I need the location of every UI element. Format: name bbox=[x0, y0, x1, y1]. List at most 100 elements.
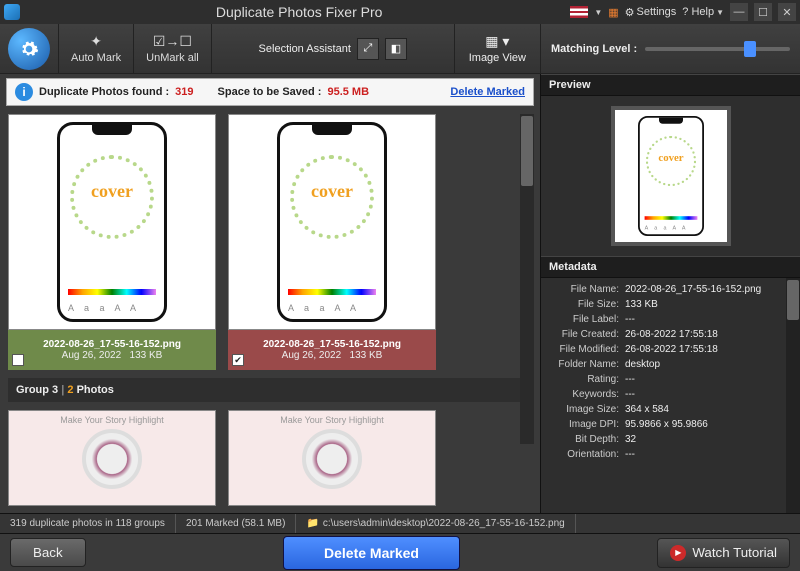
unmark-all-button[interactable]: ☑→☐ UnMark all bbox=[133, 24, 211, 73]
metadata-key: File Created: bbox=[547, 329, 625, 340]
story-label: Make Your Story Highlight bbox=[280, 415, 384, 425]
mark-checkbox[interactable] bbox=[12, 354, 24, 366]
chevron-down-icon: ▼ bbox=[594, 8, 602, 17]
photo-filename: 2022-08-26_17-55-16-152.png bbox=[43, 339, 181, 350]
minimize-button[interactable]: — bbox=[730, 3, 748, 21]
toolbar: ✦ Auto Mark ☑→☐ UnMark all Selection Ass… bbox=[0, 24, 800, 74]
play-icon: ▶ bbox=[670, 545, 686, 561]
metadata-row: Image DPI:95.9866 x 95.9866 bbox=[547, 417, 794, 432]
delete-marked-link[interactable]: Delete Marked bbox=[450, 86, 525, 98]
footer: Back Delete Marked ▶ Watch Tutorial bbox=[0, 533, 800, 571]
metadata-key: File Size: bbox=[547, 299, 625, 310]
eraser-icon: ◧ bbox=[391, 42, 401, 55]
gear-icon bbox=[19, 39, 39, 59]
matching-level-slider[interactable] bbox=[645, 47, 790, 51]
language-flag[interactable] bbox=[570, 6, 588, 18]
title-bar: Duplicate Photos Fixer Pro ▼ ▦ ⚙ Setting… bbox=[0, 0, 800, 24]
metadata-panel: File Name:2022-08-26_17-55-16-152.pngFil… bbox=[541, 278, 800, 513]
status-groups: 319 duplicate photos in 118 groups bbox=[0, 514, 176, 533]
found-count: 319 bbox=[175, 86, 193, 98]
metadata-value: --- bbox=[625, 449, 794, 460]
metadata-key: File Name: bbox=[547, 284, 625, 295]
metadata-key: Orientation: bbox=[547, 449, 625, 460]
metadata-value: --- bbox=[625, 389, 794, 400]
metadata-value: 95.9866 x 95.9866 bbox=[625, 419, 794, 430]
selection-tool-2[interactable]: ◧ bbox=[385, 38, 407, 60]
status-path: 📁c:\users\admin\desktop\2022-08-26_17-55… bbox=[296, 514, 575, 533]
metadata-row: File Modified:26-08-2022 17:55:18 bbox=[547, 342, 794, 357]
photo-grid: coverA a a A A 2022-08-26_17-55-16-152.p… bbox=[0, 106, 540, 513]
metadata-row: Keywords:--- bbox=[547, 387, 794, 402]
wand-icon: ✦ bbox=[90, 33, 102, 50]
metadata-row: Image Size:364 x 584 bbox=[547, 402, 794, 417]
maximize-button[interactable]: ☐ bbox=[754, 3, 772, 21]
matching-level-control: Matching Level : bbox=[540, 24, 800, 73]
help-menu[interactable]: ? Help ▼ bbox=[682, 6, 724, 18]
auto-mark-button[interactable]: ✦ Auto Mark bbox=[58, 24, 133, 73]
status-bar: 319 duplicate photos in 118 groups 201 M… bbox=[0, 513, 800, 533]
back-button[interactable]: Back bbox=[10, 538, 86, 567]
metadata-row: File Name:2022-08-26_17-55-16-152.png bbox=[547, 282, 794, 297]
grid-icon: ▦ ▾ bbox=[485, 33, 509, 50]
photo-card[interactable]: Make Your Story Highlight bbox=[228, 410, 436, 506]
photo-card[interactable]: Make Your Story Highlight bbox=[8, 410, 216, 506]
settings-menu[interactable]: ⚙ Settings bbox=[625, 6, 677, 19]
photo-meta: Aug 26, 2022 133 KB bbox=[282, 350, 383, 361]
slider-thumb[interactable] bbox=[744, 41, 756, 57]
selection-assistant-label: Selection Assistant bbox=[259, 43, 351, 55]
mark-checkbox[interactable]: ✔ bbox=[232, 354, 244, 366]
watch-tutorial-button[interactable]: ▶ Watch Tutorial bbox=[657, 538, 790, 568]
metadata-row: Orientation:--- bbox=[547, 447, 794, 462]
photo-thumbnail[interactable]: Make Your Story Highlight bbox=[228, 410, 436, 506]
metadata-row: File Created:26-08-2022 17:55:18 bbox=[547, 327, 794, 342]
info-bar: i Duplicate Photos found : 319 Space to … bbox=[6, 78, 534, 106]
metadata-key: Rating: bbox=[547, 374, 625, 385]
photo-thumbnail[interactable]: Make Your Story Highlight bbox=[8, 410, 216, 506]
metadata-row: Rating:--- bbox=[547, 372, 794, 387]
promo-icon[interactable]: ▦ bbox=[608, 6, 618, 19]
metadata-value: 32 bbox=[625, 434, 794, 445]
metadata-key: Bit Depth: bbox=[547, 434, 625, 445]
grid-scrollbar[interactable] bbox=[520, 114, 534, 444]
info-icon: i bbox=[15, 83, 33, 101]
unmark-icon: ☑→☐ bbox=[153, 33, 192, 50]
metadata-key: Folder Name: bbox=[547, 359, 625, 370]
photo-thumbnail[interactable]: coverA a a A A bbox=[228, 114, 436, 330]
close-button[interactable]: ✕ bbox=[778, 3, 796, 21]
plate-graphic bbox=[302, 429, 362, 489]
delete-marked-button[interactable]: Delete Marked bbox=[283, 536, 460, 570]
story-label: Make Your Story Highlight bbox=[60, 415, 164, 425]
photo-meta: Aug 26, 2022 133 KB bbox=[62, 350, 163, 361]
metadata-row: Bit Depth:32 bbox=[547, 432, 794, 447]
metadata-value: 26-08-2022 17:55:18 bbox=[625, 344, 794, 355]
space-label: Space to be Saved : bbox=[218, 86, 322, 98]
app-logo bbox=[0, 24, 58, 73]
maximize-icon: ⤢ bbox=[363, 42, 372, 55]
metadata-value: desktop bbox=[625, 359, 794, 370]
preview-header: Preview bbox=[541, 74, 800, 96]
status-marked: 201 Marked (58.1 MB) bbox=[176, 514, 297, 533]
photo-caption: 2022-08-26_17-55-16-152.png Aug 26, 2022… bbox=[8, 330, 216, 370]
metadata-value: --- bbox=[625, 314, 794, 325]
photo-card[interactable]: coverA a a A A 2022-08-26_17-55-16-152.p… bbox=[228, 114, 436, 370]
metadata-key: Image DPI: bbox=[547, 419, 625, 430]
metadata-key: Keywords: bbox=[547, 389, 625, 400]
selection-assistant-group: Selection Assistant ⤢ ◧ bbox=[211, 24, 454, 73]
metadata-header: Metadata bbox=[541, 256, 800, 278]
photo-thumbnail[interactable]: coverA a a A A bbox=[8, 114, 216, 330]
plate-graphic bbox=[82, 429, 142, 489]
found-label: Duplicate Photos found : bbox=[39, 86, 169, 98]
image-view-button[interactable]: ▦ ▾ Image View bbox=[454, 24, 540, 73]
metadata-key: File Modified: bbox=[547, 344, 625, 355]
metadata-row: File Label:--- bbox=[547, 312, 794, 327]
metadata-scrollbar[interactable] bbox=[786, 278, 800, 513]
space-value: 95.5 MB bbox=[327, 86, 369, 98]
chevron-down-icon: ▼ bbox=[716, 8, 724, 17]
metadata-value: --- bbox=[625, 374, 794, 385]
preview-panel: coverA a a A A bbox=[541, 96, 800, 256]
app-icon bbox=[4, 4, 20, 20]
matching-level-label: Matching Level : bbox=[551, 43, 637, 55]
photo-card[interactable]: coverA a a A A 2022-08-26_17-55-16-152.p… bbox=[8, 114, 216, 370]
metadata-value: 26-08-2022 17:55:18 bbox=[625, 329, 794, 340]
selection-tool-1[interactable]: ⤢ bbox=[357, 38, 379, 60]
